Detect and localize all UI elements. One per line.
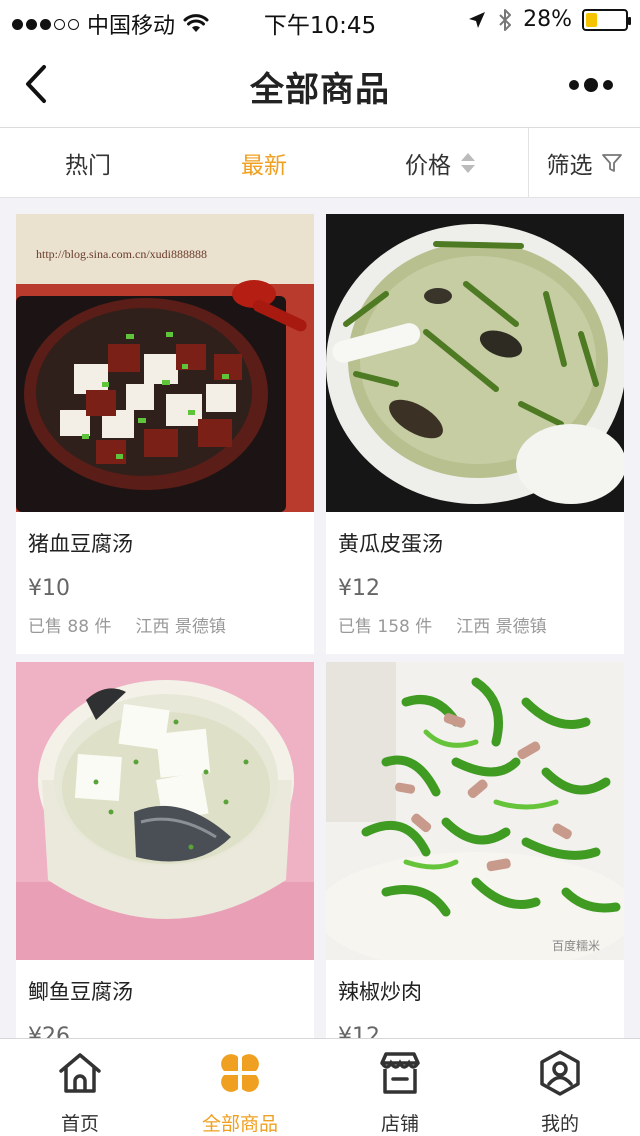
product-price: ¥10 <box>28 576 70 601</box>
filter-hot-label: 热门 <box>65 153 111 179</box>
product-price: ¥12 <box>338 576 380 601</box>
all-products-icon <box>221 1054 259 1092</box>
tab-home[interactable]: 首页 <box>0 1039 160 1136</box>
product-card[interactable]: 鲫鱼豆腐汤 ¥26 <box>16 662 314 1038</box>
tab-profile[interactable]: 我的 <box>480 1039 640 1136</box>
page-title: 全部商品 <box>250 70 390 110</box>
tab-all-products[interactable]: 全部商品 <box>160 1039 320 1136</box>
battery-fill <box>586 12 597 27</box>
product-name: 鲫鱼豆腐汤 <box>28 980 133 1004</box>
home-icon <box>59 1053 101 1093</box>
more-dots-icon <box>569 80 579 90</box>
bluetooth-icon <box>499 8 512 31</box>
product-card[interactable]: 百度糯米 辣椒炒肉 ¥12 <box>326 662 624 1038</box>
product-name: 辣椒炒肉 <box>338 980 422 1004</box>
product-name: 猪血豆腐汤 <box>28 532 133 556</box>
product-image: 百度糯米 <box>326 662 624 960</box>
product-name: 黄瓜皮蛋汤 <box>338 532 443 556</box>
filter-hot[interactable]: 热门 <box>0 128 176 198</box>
product-price: ¥26 <box>28 1024 70 1038</box>
navigation-bar: 全部商品 <box>0 40 640 128</box>
chevron-left-icon <box>26 65 46 103</box>
product-card[interactable]: 黄瓜皮蛋汤 ¥12 已售 158 件 江西 景德镇 <box>326 214 624 654</box>
image-watermark: http://blog.sina.com.cn/xudi888888 <box>36 247 207 261</box>
filter-price-label: 价格 <box>405 153 451 179</box>
product-sold: 已售 158 件 <box>338 617 433 637</box>
status-right: 28% <box>467 7 631 32</box>
funnel-icon <box>601 154 622 172</box>
back-button[interactable] <box>14 60 58 108</box>
status-bar: 中国移动 下午10:45 28% <box>0 0 640 40</box>
user-profile-icon <box>540 1050 580 1096</box>
tab-profile-label: 我的 <box>540 1113 579 1135</box>
product-location: 江西 景德镇 <box>456 617 547 637</box>
product-location: 江西 景德镇 <box>135 617 226 637</box>
product-meta: 已售 88 件 江西 景德镇 <box>28 612 226 637</box>
sort-arrows-icon <box>461 153 475 173</box>
tab-home-label: 首页 <box>60 1113 99 1135</box>
filter-bar: 热门 最新 价格 筛选 <box>0 128 640 198</box>
tab-store[interactable]: 店铺 <box>320 1039 480 1136</box>
location-arrow-icon <box>469 11 486 28</box>
filter-newest[interactable]: 最新 <box>176 128 352 198</box>
battery-percent: 28% <box>523 7 572 32</box>
filter-newest-label: 最新 <box>241 153 287 179</box>
store-icon <box>380 1052 420 1094</box>
more-button[interactable] <box>562 68 620 102</box>
filter-button[interactable]: 筛选 <box>528 128 640 198</box>
filter-button-label: 筛选 <box>546 153 593 179</box>
image-watermark: 百度糯米 <box>552 938 600 953</box>
product-meta: 已售 158 件 江西 景德镇 <box>338 612 547 637</box>
product-image <box>326 214 624 512</box>
product-price: ¥12 <box>338 1024 380 1038</box>
filter-price[interactable]: 价格 <box>352 128 528 198</box>
product-grid: http://blog.sina.com.cn/xudi888888 猪血豆腐汤… <box>0 198 640 1038</box>
battery-icon <box>582 8 631 31</box>
tab-all-products-label: 全部商品 <box>201 1113 278 1135</box>
bottom-tab-bar: 首页 全部商品 店铺 我的 <box>0 1038 640 1136</box>
tab-store-label: 店铺 <box>380 1113 419 1135</box>
product-card[interactable]: http://blog.sina.com.cn/xudi888888 猪血豆腐汤… <box>16 214 314 654</box>
product-image: http://blog.sina.com.cn/xudi888888 <box>16 214 314 512</box>
product-sold: 已售 88 件 <box>28 617 112 637</box>
product-image <box>16 662 314 960</box>
